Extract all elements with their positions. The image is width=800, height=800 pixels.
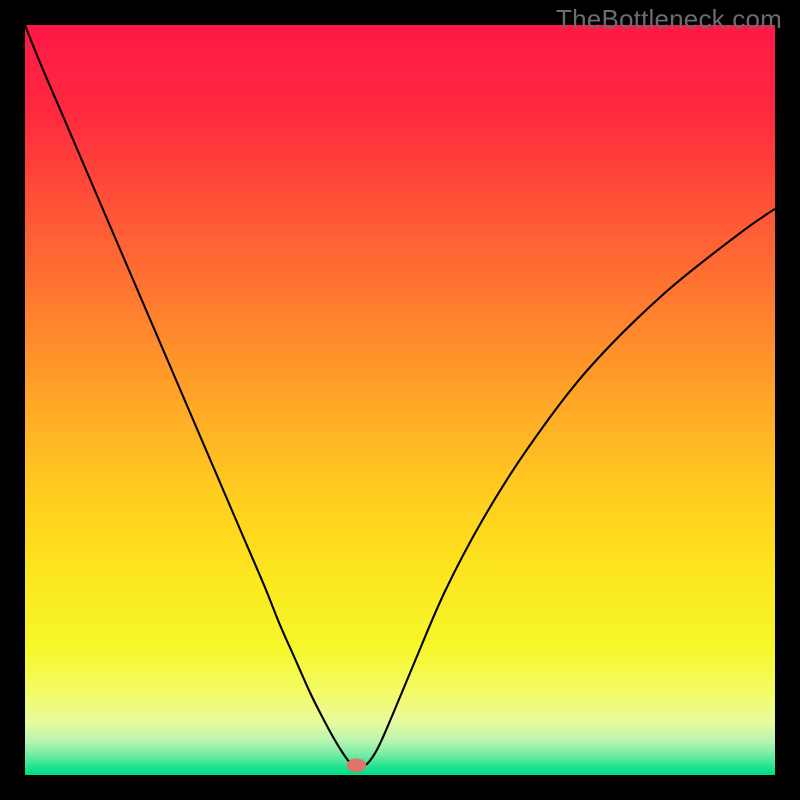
chart-frame: TheBottleneck.com — [0, 0, 800, 800]
gradient-background — [25, 25, 775, 775]
min-point-marker — [347, 758, 367, 772]
watermark-text: TheBottleneck.com — [556, 4, 782, 35]
chart-plot-area — [25, 25, 775, 775]
chart-svg — [25, 25, 775, 775]
